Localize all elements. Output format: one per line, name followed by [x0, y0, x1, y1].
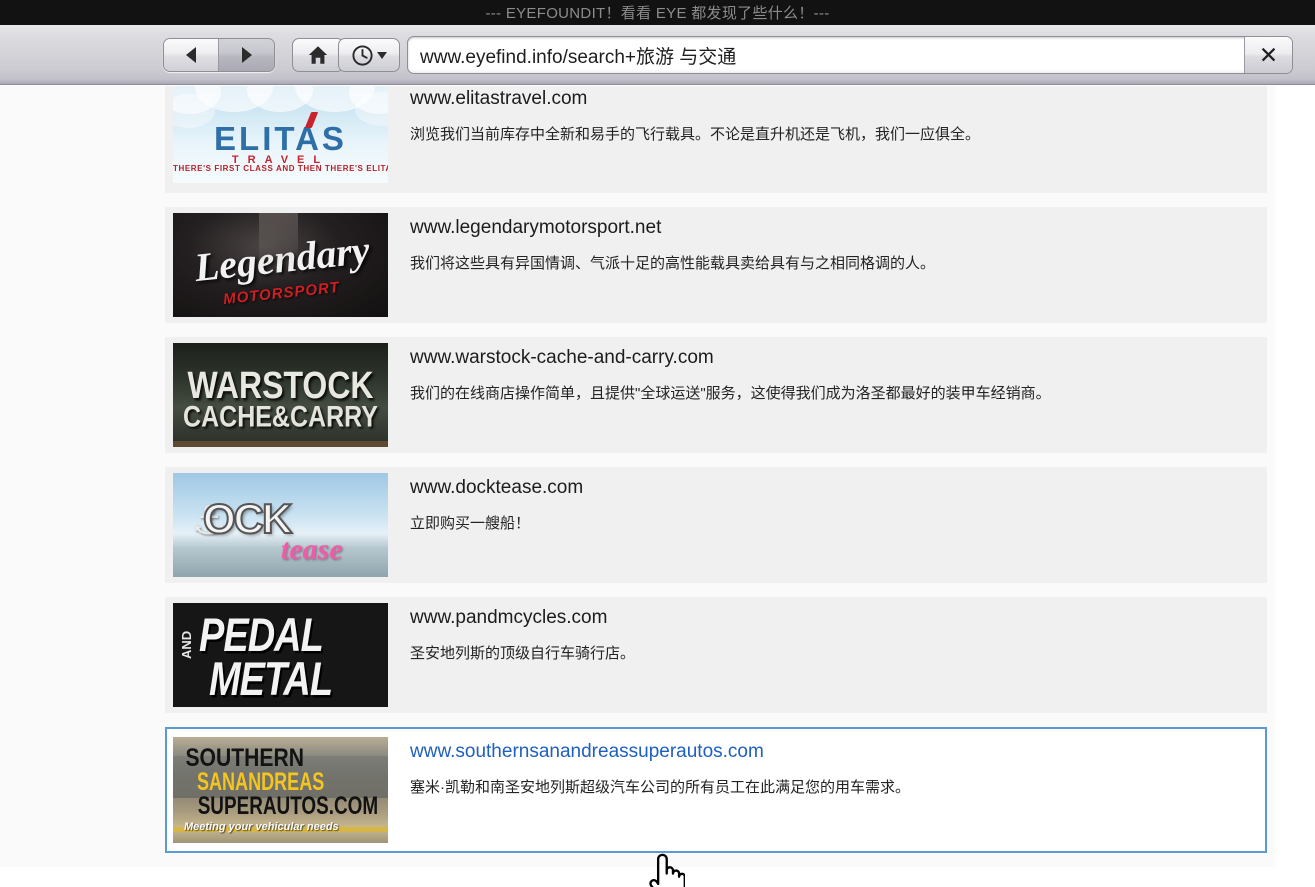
southern-san-andreas-superautos-logo: SOUTHERN SANANDREAS SUPERAUTOS.COM Meeti… — [173, 737, 388, 843]
home-icon — [308, 46, 328, 64]
home-button[interactable] — [292, 38, 344, 72]
superautos-wordmark: SUPERAUTOS.COM — [197, 791, 379, 820]
result-url[interactable]: www.warstock-cache-and-carry.com — [410, 345, 1267, 371]
result-description: 塞米·凯勒和南圣安地列斯超级汽车公司的所有员工在此满足您的用车需求。 — [410, 779, 910, 796]
result-text: www.legendarymotorsport.net 我们将这些具有异国情调、… — [388, 207, 1267, 275]
search-result-item-selected[interactable]: SOUTHERN SANANDREAS SUPERAUTOS.COM Meeti… — [165, 727, 1267, 853]
result-text: www.docktease.com 立即购买一艘船！ — [388, 467, 1267, 535]
url-input[interactable] — [408, 37, 1244, 73]
result-thumbnail[interactable]: SOUTHERN SANANDREAS SUPERAUTOS.COM Meeti… — [173, 737, 388, 843]
caret-down-icon — [377, 51, 387, 59]
pedal-and-metal-logo: PEDAL AND METAL — [173, 603, 388, 707]
search-results-list: ELITAS TRAVEL THERE'S FIRST CLASS AND TH… — [0, 86, 1275, 867]
triangle-left-icon — [186, 47, 196, 63]
tease-script: tease — [281, 533, 343, 566]
elitas-travel-logo: ELITAS TRAVEL THERE'S FIRST CLASS AND TH… — [173, 86, 388, 183]
result-description: 我们的在线商店操作简单，且提供"全球运送"服务，这使得我们成为洛圣都最好的装甲车… — [410, 385, 1051, 402]
clock-icon — [352, 44, 373, 66]
result-url[interactable]: www.southernsanandreassuperautos.com — [410, 739, 1265, 765]
warstock-cache-and-carry-logo: WARSTOCK CACHE&CARRY — [173, 343, 388, 447]
result-description: 我们将这些具有异国情调、气派十足的高性能载具卖给具有与之相同格调的人。 — [410, 255, 936, 272]
search-result-item[interactable]: WARSTOCK CACHE&CARRY www.warstock-cache-… — [165, 337, 1267, 453]
result-thumbnail[interactable]: ⚓ OCK tease — [173, 473, 388, 577]
search-result-item[interactable]: Legendary MOTORSPORT www.legendarymotors… — [165, 207, 1267, 323]
back-button[interactable] — [164, 39, 220, 71]
result-url[interactable]: www.elitastravel.com — [410, 86, 1267, 112]
result-thumbnail[interactable]: PEDAL AND METAL — [173, 603, 388, 707]
browser-toolbar: ✕ — [0, 25, 1315, 85]
window-titlebar: --- EYEFOUNDIT！看看 EYE 都发现了些什么！--- — [0, 0, 1315, 25]
result-thumbnail[interactable]: ELITAS TRAVEL THERE'S FIRST CLASS AND TH… — [173, 86, 388, 183]
result-description: 圣安地列斯的顶级自行车骑行店。 — [410, 645, 636, 662]
legendary-motorsport-logo: Legendary MOTORSPORT — [173, 213, 388, 317]
page-viewport: ELITAS TRAVEL THERE'S FIRST CLASS AND TH… — [0, 86, 1315, 887]
result-url[interactable]: www.legendarymotorsport.net — [410, 215, 1267, 241]
close-button[interactable]: ✕ — [1244, 37, 1292, 73]
metal-wordmark: METAL — [209, 653, 333, 707]
result-description: 浏览我们当前库存中全新和易手的飞行载具。不论是直升机还是飞机，我们一应俱全。 — [410, 126, 981, 143]
superautos-tagline: Meeting your vehicular needs — [184, 821, 339, 833]
result-text: www.elitastravel.com 浏览我们当前库存中全新和易手的飞行载具… — [388, 86, 1267, 146]
warstock-base-strip — [173, 441, 388, 447]
history-button[interactable] — [338, 38, 400, 72]
result-text: www.pandmcycles.com 圣安地列斯的顶级自行车骑行店。 — [388, 597, 1267, 665]
elitas-wordmark: ELITAS — [214, 120, 347, 157]
result-text: www.southernsanandreassuperautos.com 塞米·… — [388, 729, 1265, 799]
navigation-buttons — [163, 38, 275, 72]
search-result-item[interactable]: ELITAS TRAVEL THERE'S FIRST CLASS AND TH… — [165, 86, 1267, 193]
dock-tease-logo: ⚓ OCK tease — [173, 473, 388, 577]
cache-and-carry-subtitle: CACHE&CARRY — [183, 400, 378, 434]
elitas-tagline: THERE'S FIRST CLASS AND THEN THERE'S ELI… — [173, 164, 388, 173]
dock-wordmark: OCK — [202, 494, 293, 543]
search-result-item[interactable]: PEDAL AND METAL www.pandmcycles.com 圣安地列… — [165, 597, 1267, 713]
address-bar[interactable]: ✕ — [407, 36, 1293, 74]
legendary-wordmark: Legendary — [192, 226, 372, 291]
search-result-item[interactable]: ⚓ OCK tease www.docktease.com 立即购买一艘船！ — [165, 467, 1267, 583]
result-text: www.warstock-cache-and-carry.com 我们的在线商店… — [388, 337, 1267, 405]
window-title: --- EYEFOUNDIT！看看 EYE 都发现了些什么！--- — [485, 5, 830, 22]
triangle-right-icon — [241, 47, 252, 63]
result-description: 立即购买一艘船！ — [410, 515, 531, 532]
result-url[interactable]: www.docktease.com — [410, 475, 1267, 501]
result-thumbnail[interactable]: Legendary MOTORSPORT — [173, 213, 388, 317]
and-vertical-label: AND — [179, 630, 194, 659]
forward-button[interactable] — [219, 39, 274, 71]
result-url[interactable]: www.pandmcycles.com — [410, 605, 1267, 631]
result-thumbnail[interactable]: WARSTOCK CACHE&CARRY — [173, 343, 388, 447]
